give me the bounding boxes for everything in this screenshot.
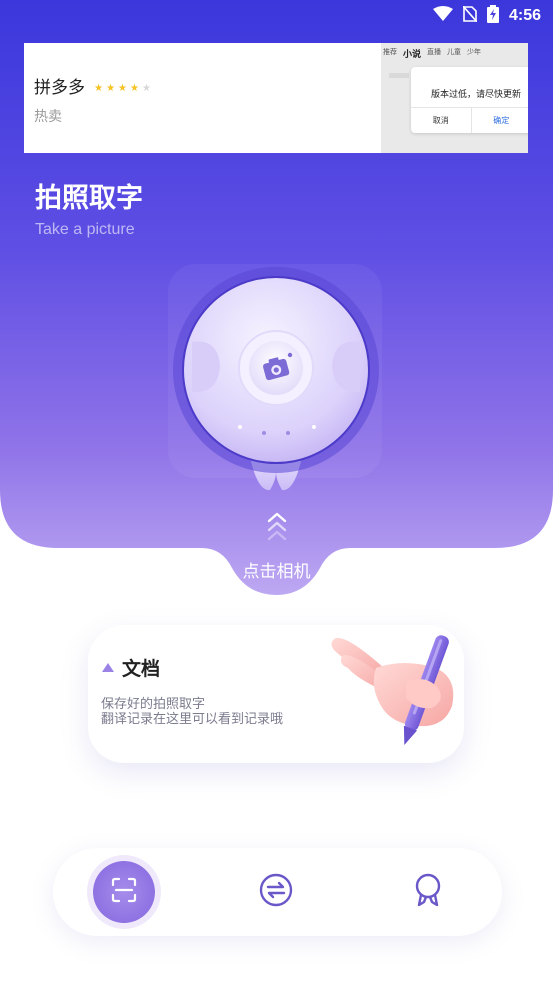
bottom-nav <box>53 848 502 936</box>
ad-preview-nav-item: 直播 <box>427 48 442 56</box>
nav-translate-button[interactable] <box>245 861 307 923</box>
document-desc-line: 保存好的拍照取字 <box>101 697 206 712</box>
ad-preview-nav-item: 少年 <box>467 48 482 56</box>
star-icon: ★ <box>130 83 142 94</box>
ad-preview-nav-item: 小说 <box>403 50 422 60</box>
hand-pen-illustration <box>326 628 486 752</box>
ad-brand: 拼多多 <box>34 78 85 98</box>
star-icon: ★ <box>106 83 119 94</box>
translate-icon <box>259 873 293 911</box>
chevron-up-icon[interactable] <box>265 510 289 542</box>
ad-dialog-cancel: 取消 <box>411 108 472 133</box>
ad-tag: 热卖 <box>34 109 62 125</box>
nav-scan-button[interactable] <box>93 861 155 923</box>
click-camera-label[interactable]: 点击相机 <box>0 557 553 582</box>
ad-dialog-message: 版本过低，请尽快更新 <box>431 90 522 100</box>
camera-button[interactable] <box>166 262 386 502</box>
ad-preview-nav: 推荐 小说 直播 儿童 少年 <box>383 47 528 63</box>
document-description: 保存好的拍照取字 翻译记录在这里可以看到记录哦 <box>101 697 283 727</box>
document-desc-line: 翻译记录在这里可以看到记录哦 <box>101 712 284 727</box>
page-subtitle: Take a picture <box>35 221 135 238</box>
scan-icon <box>111 877 137 907</box>
ad-preview-line <box>389 73 409 78</box>
star-icon: ★ <box>118 83 130 94</box>
triangle-icon <box>102 663 114 672</box>
award-icon <box>413 873 443 911</box>
status-bar: 4:56 <box>0 0 553 32</box>
document-title: 文档 <box>122 658 161 680</box>
ad-info: 拼多多 ★★★★★ 热卖 <box>34 73 154 126</box>
ad-banner[interactable]: 拼多多 ★★★★★ 热卖 推荐 小说 直播 儿童 少年 版本过低，请尽快更新 取… <box>24 43 528 153</box>
no-sim-icon <box>462 5 478 26</box>
ad-dialog-confirm: 确定 <box>493 116 510 125</box>
ad-rating-stars: ★★★★★ <box>94 83 154 94</box>
battery-charging-icon <box>486 5 499 27</box>
ad-preview-dialog: 版本过低，请尽快更新 取消 确定 <box>411 67 528 133</box>
wifi-icon <box>432 6 453 26</box>
ad-preview-nav-item: 儿童 <box>447 48 462 56</box>
page-title: 拍照取字 <box>35 183 143 214</box>
ad-preview-nav-item: 推荐 <box>383 48 397 56</box>
ad-preview-image: 推荐 小说 直播 儿童 少年 版本过低，请尽快更新 取消 确定 <box>381 43 528 153</box>
star-icon: ★ <box>141 83 154 94</box>
star-icon: ★ <box>94 83 107 94</box>
status-time: 4:56 <box>508 7 541 24</box>
nav-award-button[interactable] <box>397 861 459 923</box>
